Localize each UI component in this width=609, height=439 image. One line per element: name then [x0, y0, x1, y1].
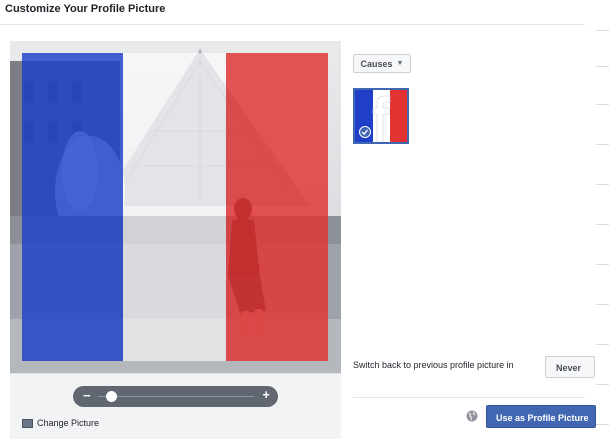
zoom-out-icon[interactable]: − [83, 388, 91, 403]
photo-crop-area[interactable] [10, 41, 341, 373]
change-picture-label: Change Picture [37, 418, 100, 428]
divider [596, 30, 609, 31]
zoom-slider[interactable]: − + [73, 386, 278, 407]
divider [596, 184, 609, 185]
divider [596, 66, 609, 67]
divider [596, 344, 609, 345]
divider [596, 224, 609, 225]
checkmark-icon [359, 126, 371, 138]
photo-icon [22, 418, 33, 428]
divider [353, 397, 585, 398]
divider [596, 144, 609, 145]
chevron-down-icon: ▼ [396, 60, 404, 67]
use-as-profile-picture-button[interactable]: Use as Profile Picture [486, 405, 596, 428]
frame-thumbnail-selected[interactable] [353, 88, 409, 144]
switch-back-dropdown[interactable]: Never [545, 356, 595, 378]
dialog-header: Customize Your Profile Picture [0, 0, 585, 25]
slider-knob[interactable] [106, 391, 117, 402]
divider [596, 384, 609, 385]
dialog-title: Customize Your Profile Picture [5, 3, 166, 15]
globe-icon[interactable] [466, 410, 478, 422]
divider [596, 424, 609, 425]
slider-track[interactable] [98, 396, 254, 397]
divider [596, 104, 609, 105]
change-picture-link[interactable]: Change Picture [22, 418, 99, 428]
divider [596, 304, 609, 305]
causes-dropdown-button[interactable]: Causes ▼ [353, 54, 411, 73]
divider [596, 264, 609, 265]
profile-photo-preview[interactable] [10, 41, 341, 373]
switch-back-label: Switch back to previous profile picture … [353, 360, 514, 370]
causes-label: Causes [360, 58, 393, 69]
zoom-in-icon[interactable]: + [262, 387, 270, 402]
